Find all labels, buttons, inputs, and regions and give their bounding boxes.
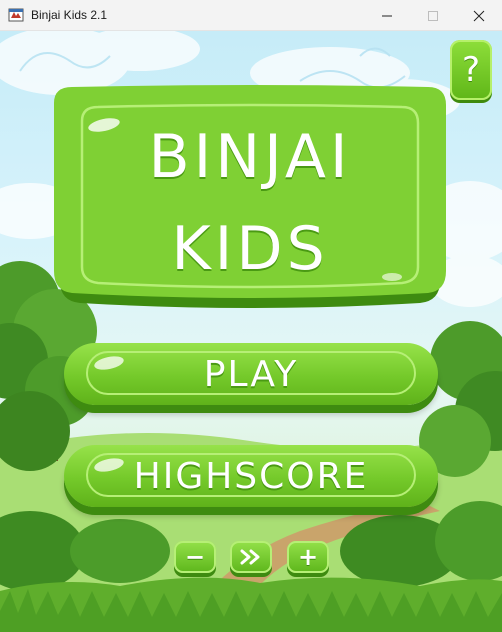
- highscore-label: HIGHSCORE: [133, 455, 369, 497]
- skip-button[interactable]: [230, 541, 272, 573]
- minimize-icon: [382, 15, 392, 16]
- maximize-button[interactable]: [410, 0, 456, 31]
- help-label: ?: [461, 50, 481, 90]
- help-button[interactable]: ?: [450, 40, 492, 100]
- window-controls: [364, 0, 502, 31]
- close-button[interactable]: [456, 0, 502, 31]
- title-bar: Binjai Kids 2.1: [0, 0, 502, 31]
- plus-button[interactable]: +: [287, 541, 329, 573]
- highscore-button[interactable]: HIGHSCORE: [64, 445, 438, 507]
- play-button[interactable]: PLAY: [64, 343, 438, 405]
- plus-label: +: [297, 543, 319, 571]
- fast-forward-icon: [240, 549, 260, 565]
- game-title-line-2: KIDS: [171, 214, 329, 284]
- window-title: Binjai Kids 2.1: [31, 8, 108, 22]
- app-icon: [8, 7, 24, 23]
- game-title-line-1: BINJAI: [148, 122, 352, 192]
- close-icon: [473, 10, 485, 21]
- minus-button[interactable]: −: [174, 541, 216, 573]
- game-canvas: ? BINJAI KIDS PLAY HIGHSCORE − +: [0, 31, 502, 632]
- play-label: PLAY: [203, 353, 299, 395]
- maximize-icon: [428, 10, 438, 21]
- game-title: BINJAI KIDS: [52, 93, 448, 313]
- game-title-panel: BINJAI KIDS: [52, 93, 448, 313]
- minus-label: −: [184, 543, 206, 571]
- minimize-button[interactable]: [364, 0, 410, 31]
- app-window: Binjai Kids 2.1 ? BINJAI KIDS PLAY HIGHS…: [0, 0, 502, 632]
